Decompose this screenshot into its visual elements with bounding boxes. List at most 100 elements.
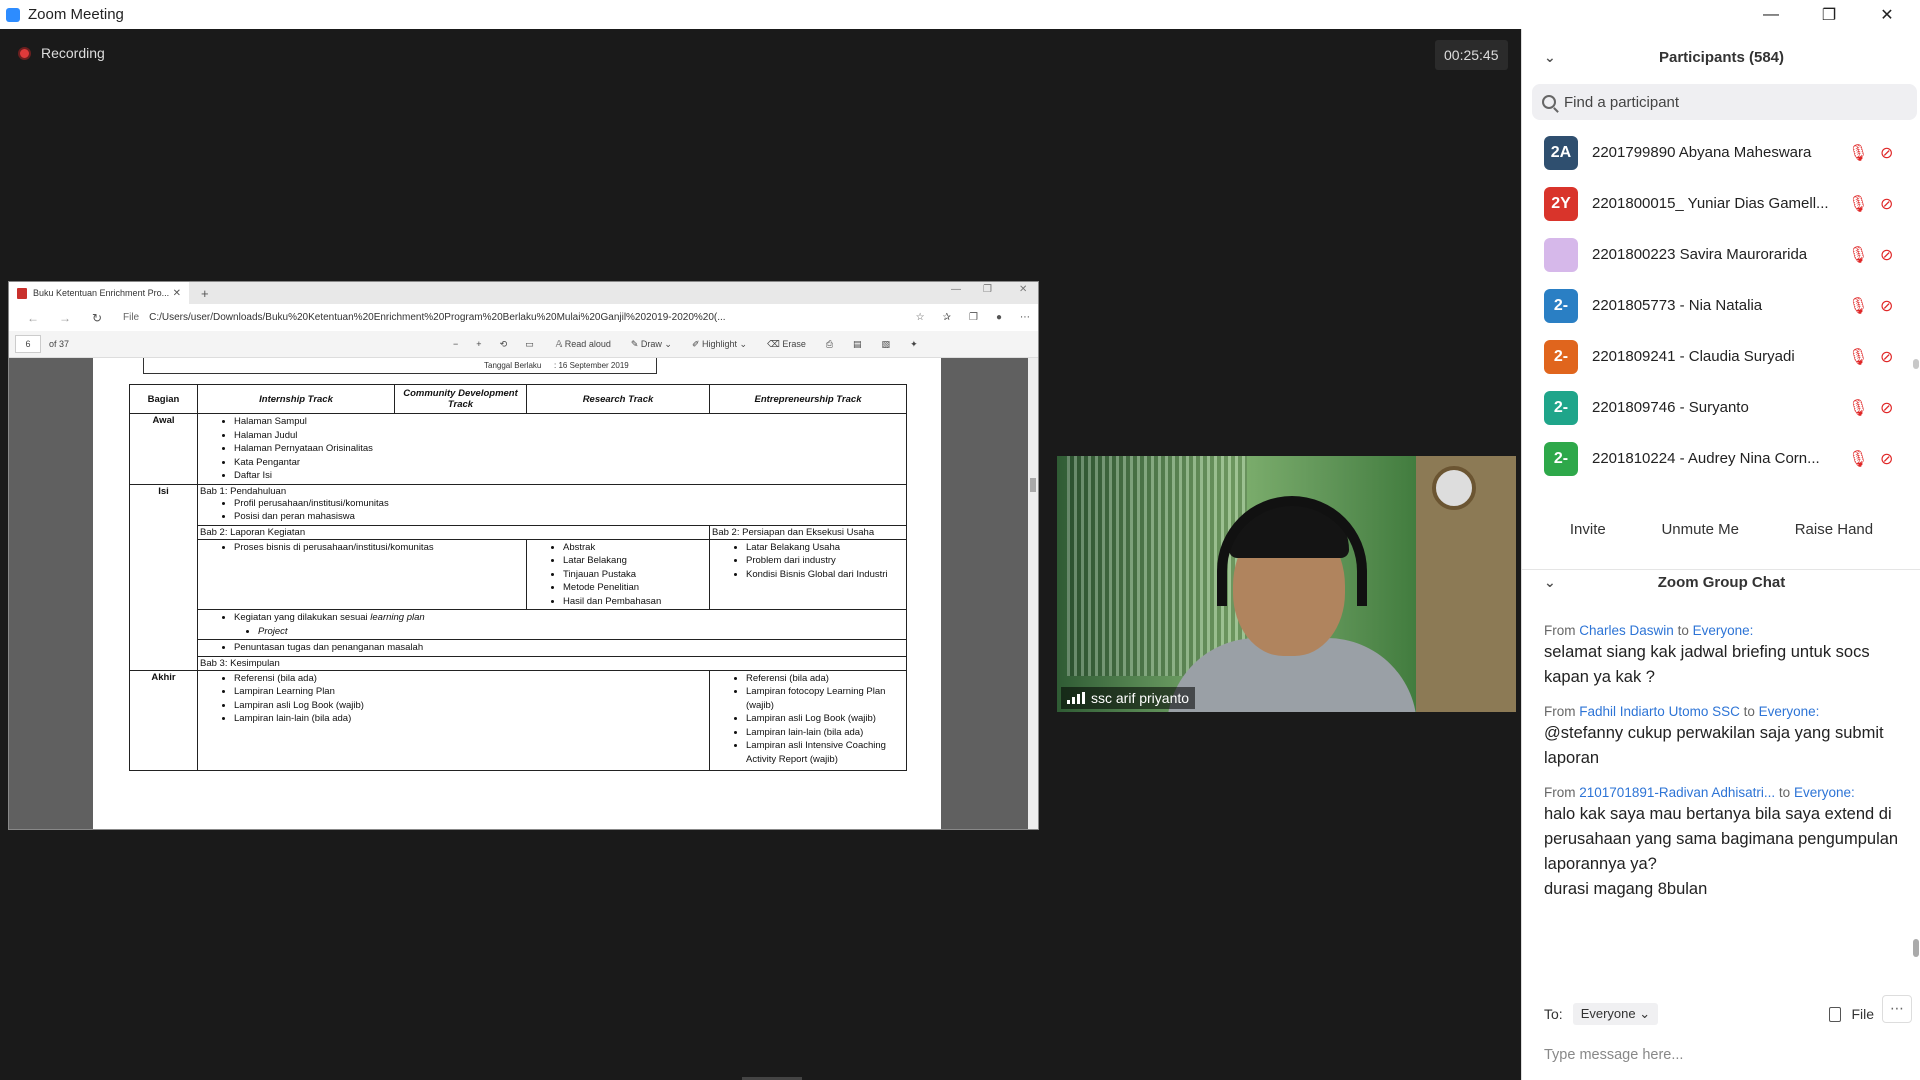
mic-muted-icon[interactable]: 🎙︎ [1848, 398, 1868, 418]
video-off-icon[interactable]: ⊘ [1880, 347, 1900, 367]
pdf-scroll-thumb[interactable] [1030, 478, 1036, 492]
save-icon[interactable]: ▤ [853, 339, 862, 350]
participant-video-tile[interactable]: ssc arif priyanto [1057, 456, 1516, 712]
mic-muted-icon[interactable]: 🎙︎ [1848, 143, 1868, 163]
profile-icon[interactable]: ● [996, 312, 1002, 323]
page-number-input[interactable]: 6 [15, 335, 41, 353]
zoom-in-icon[interactable]: + [476, 339, 481, 349]
collapse-chat-chevron-icon[interactable]: ⌄ [1544, 574, 1556, 591]
address-bar: ← → ↻ File C:/Users/user/Downloads/Buku%… [9, 304, 1038, 331]
minimize-button[interactable]: — [1742, 0, 1800, 29]
pin-toolbar-icon[interactable]: ✦ [910, 339, 918, 350]
mic-muted-icon[interactable]: 🎙︎ [1848, 194, 1868, 214]
mic-muted-icon[interactable]: 🎙︎ [1848, 347, 1868, 367]
unmute-me-button[interactable]: Unmute Me [1651, 515, 1749, 544]
chat-scroll-thumb[interactable] [1913, 939, 1919, 957]
video-off-icon[interactable]: ⊘ [1880, 398, 1900, 418]
participant-row[interactable]: 2Y 2201800015_ Yuniar Dias Gamell... 🎙︎ … [1522, 178, 1920, 229]
participant-row[interactable]: 2- 2201810224 - Audrey Nina Corn... 🎙︎ ⊘ [1522, 433, 1920, 484]
recipient-select[interactable]: Everyone ⌄ [1572, 1003, 1659, 1025]
raise-hand-button[interactable]: Raise Hand [1785, 515, 1883, 544]
participant-name: 2201800015_ Yuniar Dias Gamell... [1592, 195, 1829, 212]
report-structure-table: Bagian Internship Track Community Develo… [129, 384, 907, 771]
participant-actions: Invite Unmute Me Raise Hand [1522, 515, 1920, 544]
browser-restore-icon[interactable]: ❐ [983, 284, 992, 295]
tab-close-icon[interactable]: ✕ [173, 288, 181, 299]
message-sender[interactable]: Charles Daswin [1579, 623, 1674, 638]
chat-message-input[interactable]: Type message here... [1544, 1047, 1683, 1063]
favorites-icon[interactable]: ✰ [943, 312, 951, 323]
video-off-icon[interactable]: ⊘ [1880, 143, 1900, 163]
list-item: Profil perusahaan/institusi/komunitas [234, 497, 904, 511]
chat-message: From 2101701891-Radivan Adhisatri... to … [1544, 785, 1904, 877]
browser-minimize-icon[interactable]: — [951, 284, 961, 295]
avatar: 2- [1544, 288, 1578, 323]
participant-scroll-thumb[interactable] [1913, 359, 1919, 369]
maximize-button[interactable]: ❐ [1800, 0, 1858, 29]
list-item: Lampiran lain-lain (bila ada) [746, 726, 904, 740]
browser-tab-strip: Buku Ketentuan Enrichment Pro... ✕ + — ❐… [9, 282, 1038, 304]
table-row-isi-bab3: Bab 3: Kesimpulan [130, 655, 907, 671]
file-button[interactable]: File [1829, 1006, 1874, 1022]
more-menu-icon[interactable]: ⋯ [1020, 312, 1030, 323]
favorite-star-icon[interactable]: ☆ [916, 312, 925, 323]
back-icon[interactable]: ← [17, 311, 49, 325]
reload-icon[interactable]: ↻ [81, 311, 113, 325]
list-item: Lampiran asli Intensive Coaching Activit… [746, 739, 904, 766]
participant-row[interactable]: 2A 2201799890 Abyana Maheswara 🎙︎ ⊘ [1522, 127, 1920, 178]
pdf-toolbar: 6 of 37 − + ⟲ ▭ 𝔸 Read aloud ✎ Draw ⌄ ✐ … [9, 331, 1038, 358]
pdf-scrollbar[interactable] [1028, 358, 1038, 829]
mic-muted-icon[interactable]: 🎙︎ [1848, 449, 1868, 469]
read-aloud-button[interactable]: 𝔸 Read aloud [556, 339, 611, 350]
print-icon[interactable]: ⎙ [826, 339, 833, 350]
bab2-ent-content: Latar Belakang Usaha Problem dari indust… [709, 538, 907, 610]
more-options-icon[interactable]: ⋯ [1882, 995, 1912, 1023]
list-item: Halaman Sampul [234, 415, 904, 429]
akhir-left-content: Referensi (bila ada) Lampiran Learning P… [197, 669, 710, 771]
new-tab-icon[interactable]: + [201, 286, 209, 301]
list-item: Tinjauan Pustaka [563, 568, 707, 582]
bab2-internship-content: Proses bisnis di perusahaan/institusi/ko… [197, 538, 527, 610]
title-bar: Zoom Meeting — ❐ ✕ [0, 0, 1920, 29]
participant-row[interactable]: 2201800223 Savira Maurorarida 🎙︎ ⊘ [1522, 229, 1920, 280]
mic-muted-icon[interactable]: 🎙︎ [1848, 296, 1868, 316]
table-row-isi-bab2-content: Proses bisnis di perusahaan/institusi/ko… [130, 538, 907, 610]
pdf-page: Tanggal Berlaku : 16 September 2019 Bagi… [93, 358, 941, 829]
video-off-icon[interactable]: ⊘ [1880, 449, 1900, 469]
message-recipient: Everyone: [1793, 785, 1855, 800]
invite-button[interactable]: Invite [1560, 515, 1616, 544]
zoom-out-icon[interactable]: − [453, 339, 458, 349]
participant-search[interactable]: Find a participant [1532, 84, 1917, 120]
participant-row[interactable]: 2- 2201805773 - Nia Natalia 🎙︎ ⊘ [1522, 280, 1920, 331]
participant-search-placeholder: Find a participant [1564, 93, 1680, 111]
message-sender[interactable]: 2101701891-Radivan Adhisatri... [1579, 785, 1775, 800]
erase-button[interactable]: ⌫ Erase [767, 339, 806, 350]
mic-muted-icon[interactable]: 🎙︎ [1848, 245, 1868, 265]
side-panel: ⌄ Participants (584) Find a participant … [1521, 29, 1920, 1080]
close-button[interactable]: ✕ [1858, 0, 1916, 29]
list-item: Lampiran asli Log Book (wajib) [234, 699, 707, 713]
message-sender[interactable]: Fadhil Indiarto Utomo SSC [1579, 704, 1740, 719]
collections-icon[interactable]: ❐ [969, 312, 978, 323]
draw-button[interactable]: ✎ Draw ⌄ [631, 339, 672, 350]
highlight-button[interactable]: ✐ Highlight ⌄ [692, 339, 747, 350]
recipient-value: Everyone [1580, 1006, 1636, 1021]
video-off-icon[interactable]: ⊘ [1880, 296, 1900, 316]
browser-tab[interactable]: Buku Ketentuan Enrichment Pro... ✕ [9, 282, 189, 304]
save-as-icon[interactable]: ▧ [882, 339, 891, 350]
fit-page-icon[interactable]: ▭ [525, 339, 534, 350]
video-off-icon[interactable]: ⊘ [1880, 245, 1900, 265]
forward-icon[interactable]: → [49, 311, 81, 325]
recording-indicator[interactable]: Recording [18, 45, 105, 61]
participant-row[interactable]: 2- 2201809746 - Suryanto 🎙︎ ⊘ [1522, 382, 1920, 433]
participant-row[interactable]: 2- 2201809241 - Claudia Suryadi 🎙︎ ⊘ [1522, 331, 1920, 382]
to-word: to [1743, 704, 1755, 719]
panel-divider [1522, 569, 1920, 570]
collapse-participants-chevron-icon[interactable]: ⌄ [1544, 49, 1556, 66]
video-off-icon[interactable]: ⊘ [1880, 194, 1900, 214]
browser-close-icon[interactable]: ✕ [1019, 284, 1027, 295]
message-meta: From Fadhil Indiarto Utomo SSC to Everyo… [1544, 704, 1904, 719]
message-text: @stefanny cukup perwakilan saja yang sub… [1544, 724, 1884, 767]
rotate-icon[interactable]: ⟲ [500, 339, 508, 350]
url-field[interactable]: C:/Users/user/Downloads/Buku%20Ketentuan… [149, 312, 839, 323]
